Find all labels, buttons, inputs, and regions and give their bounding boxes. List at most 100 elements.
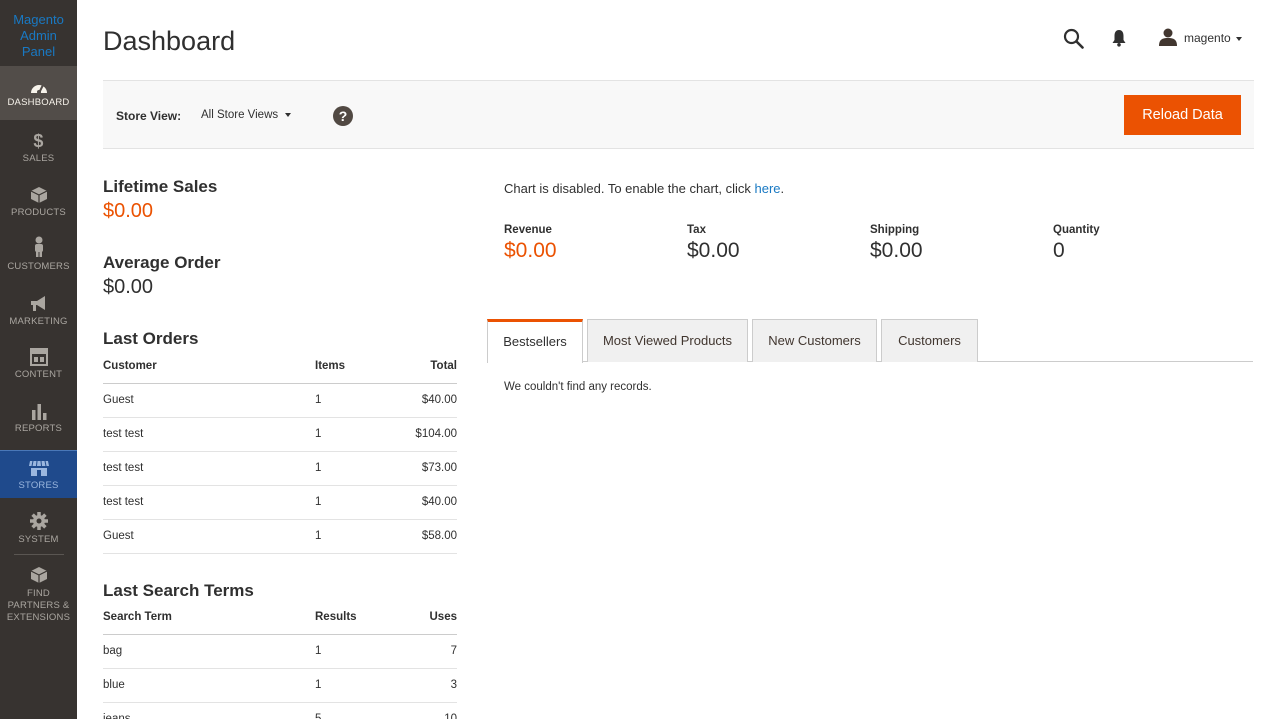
nav-find-label-1: FIND bbox=[27, 588, 50, 599]
chart-disabled-message: Chart is disabled. To enable the chart, … bbox=[504, 181, 784, 196]
cell-results: 5 bbox=[315, 702, 375, 719]
table-row[interactable]: test test 1 $104.00 bbox=[103, 417, 457, 452]
revenue-value: $0.00 bbox=[504, 239, 557, 262]
cell-uses: 3 bbox=[375, 668, 457, 703]
nav-system[interactable]: SYSTEM bbox=[0, 511, 77, 545]
tab-most-viewed-products[interactable]: Most Viewed Products bbox=[587, 319, 748, 362]
store-view-bar: Store View: All Store Views ? Reload Dat… bbox=[103, 80, 1254, 149]
user-avatar-icon bbox=[1159, 28, 1177, 46]
logo-text: Magento Admin Panel bbox=[13, 12, 64, 59]
nav-marketing-label: MARKETING bbox=[9, 316, 68, 327]
table-header-row: Search Term Results Uses bbox=[103, 600, 457, 635]
tab-customers[interactable]: Customers bbox=[881, 319, 978, 362]
nav-products[interactable]: PRODUCTS bbox=[0, 186, 77, 218]
store-view-label: Store View: bbox=[116, 109, 182, 123]
nav-system-label: SYSTEM bbox=[18, 534, 59, 545]
enable-chart-link[interactable]: here bbox=[755, 181, 781, 196]
bell-icon[interactable] bbox=[1112, 29, 1126, 47]
cell-items: 1 bbox=[315, 383, 375, 418]
gear-icon bbox=[29, 512, 48, 530]
search-icon[interactable] bbox=[1063, 28, 1084, 49]
cell-search-term: jeans bbox=[103, 702, 315, 719]
store-view-switcher[interactable]: All Store Views bbox=[201, 109, 292, 121]
table-row[interactable]: blue 1 3 bbox=[103, 668, 457, 703]
average-order-title: Average Order bbox=[103, 253, 221, 272]
logo-link[interactable]: Magento Admin Panel bbox=[0, 0, 77, 66]
megaphone-icon bbox=[30, 296, 45, 311]
last-orders-table: Customer Items Total Guest 1 $40.00 test t… bbox=[103, 349, 457, 554]
col-results: Results bbox=[315, 600, 375, 635]
nav-sales[interactable]: $ SALES bbox=[0, 132, 77, 164]
cell-items: 1 bbox=[315, 485, 375, 520]
user-menu[interactable]: magento bbox=[1159, 28, 1249, 48]
table-header-row: Customer Items Total bbox=[103, 349, 457, 384]
lifetime-sales-title: Lifetime Sales bbox=[103, 177, 218, 196]
table-row[interactable]: jeans 5 10 bbox=[103, 702, 457, 719]
dollar-icon: $ bbox=[33, 131, 44, 151]
table-row[interactable]: test test 1 $73.00 bbox=[103, 451, 457, 486]
last-search-terms-title: Last Search Terms bbox=[103, 581, 254, 600]
partner-box-icon bbox=[30, 567, 47, 583]
tab-bestsellers[interactable]: Bestsellers bbox=[487, 319, 583, 363]
col-items: Items bbox=[315, 349, 375, 384]
col-search-term: Search Term bbox=[103, 600, 315, 635]
no-records-message: We couldn't find any records. bbox=[504, 381, 652, 393]
nav-find-partners[interactable]: FIND PARTNERS & EXTENSIONS bbox=[0, 565, 77, 624]
nav-customers-label: CUSTOMERS bbox=[7, 261, 70, 272]
table-row[interactable]: Guest 1 $40.00 bbox=[103, 383, 457, 418]
quantity-value: 0 bbox=[1053, 239, 1065, 262]
last-search-terms-table: Search Term Results Uses bag 1 7 blue 1 3 je… bbox=[103, 600, 457, 719]
cell-items: 1 bbox=[315, 519, 375, 554]
nav-find-label-2: PARTNERS & bbox=[7, 600, 70, 611]
dashboard-tabs: Bestsellers Most Viewed Products New Cus… bbox=[487, 319, 1253, 363]
nav-dashboard[interactable]: DASHBOARD bbox=[0, 66, 77, 120]
nav-dashboard-label: DASHBOARD bbox=[7, 97, 70, 108]
tab-new-customers[interactable]: New Customers bbox=[752, 319, 877, 362]
dashboard-icon bbox=[30, 84, 47, 94]
store-view-caret bbox=[285, 112, 292, 117]
nav-sales-label: SALES bbox=[22, 153, 55, 164]
nav-customers[interactable]: CUSTOMERS bbox=[0, 236, 77, 272]
cell-results: 1 bbox=[315, 634, 375, 669]
table-row[interactable]: bag 1 7 bbox=[103, 634, 457, 669]
box-icon bbox=[30, 187, 47, 203]
layout-icon bbox=[29, 348, 48, 366]
tax-value: $0.00 bbox=[687, 239, 740, 262]
nav-stores[interactable]: STORES bbox=[0, 450, 77, 498]
reload-data-button[interactable]: Reload Data bbox=[1124, 95, 1241, 135]
cell-customer: test test bbox=[103, 417, 315, 452]
col-total: Total bbox=[375, 349, 457, 384]
page-title: Dashboard bbox=[103, 26, 236, 56]
cell-uses: 7 bbox=[375, 634, 457, 669]
store-view-value: All Store Views bbox=[201, 109, 279, 121]
cell-customer: Guest bbox=[103, 519, 315, 554]
cell-total: $40.00 bbox=[375, 383, 457, 418]
table-row[interactable]: test test 1 $40.00 bbox=[103, 485, 457, 520]
table-row[interactable]: Guest 1 $58.00 bbox=[103, 519, 457, 554]
cell-items: 1 bbox=[315, 451, 375, 486]
cell-items: 1 bbox=[315, 417, 375, 452]
nav-marketing[interactable]: MARKETING bbox=[0, 295, 77, 327]
nav-reports[interactable]: REPORTS bbox=[0, 402, 77, 434]
nav-reports-label: REPORTS bbox=[14, 423, 63, 434]
nav-find-label-3: EXTENSIONS bbox=[6, 612, 71, 623]
store-icon bbox=[28, 460, 49, 476]
cell-search-term: blue bbox=[103, 668, 315, 703]
user-dropdown-caret bbox=[1236, 37, 1242, 41]
help-icon[interactable]: ? bbox=[333, 106, 353, 126]
quantity-label: Quantity bbox=[1053, 224, 1100, 236]
cell-total: $104.00 bbox=[375, 417, 457, 452]
person-icon bbox=[34, 236, 43, 257]
nav-content[interactable]: CONTENT bbox=[0, 348, 77, 380]
cell-results: 1 bbox=[315, 668, 375, 703]
nav-divider bbox=[14, 554, 64, 555]
nav-products-label: PRODUCTS bbox=[11, 207, 66, 218]
tax-label: Tax bbox=[687, 224, 706, 236]
lifetime-sales-value: $0.00 bbox=[103, 200, 154, 222]
nav-content-label: CONTENT bbox=[14, 369, 63, 380]
chart-message-end: . bbox=[780, 181, 785, 196]
revenue-label: Revenue bbox=[504, 224, 552, 236]
nav-stores-label: STORES bbox=[18, 480, 59, 491]
shipping-value: $0.00 bbox=[870, 239, 923, 262]
average-order-value: $0.00 bbox=[103, 276, 154, 298]
